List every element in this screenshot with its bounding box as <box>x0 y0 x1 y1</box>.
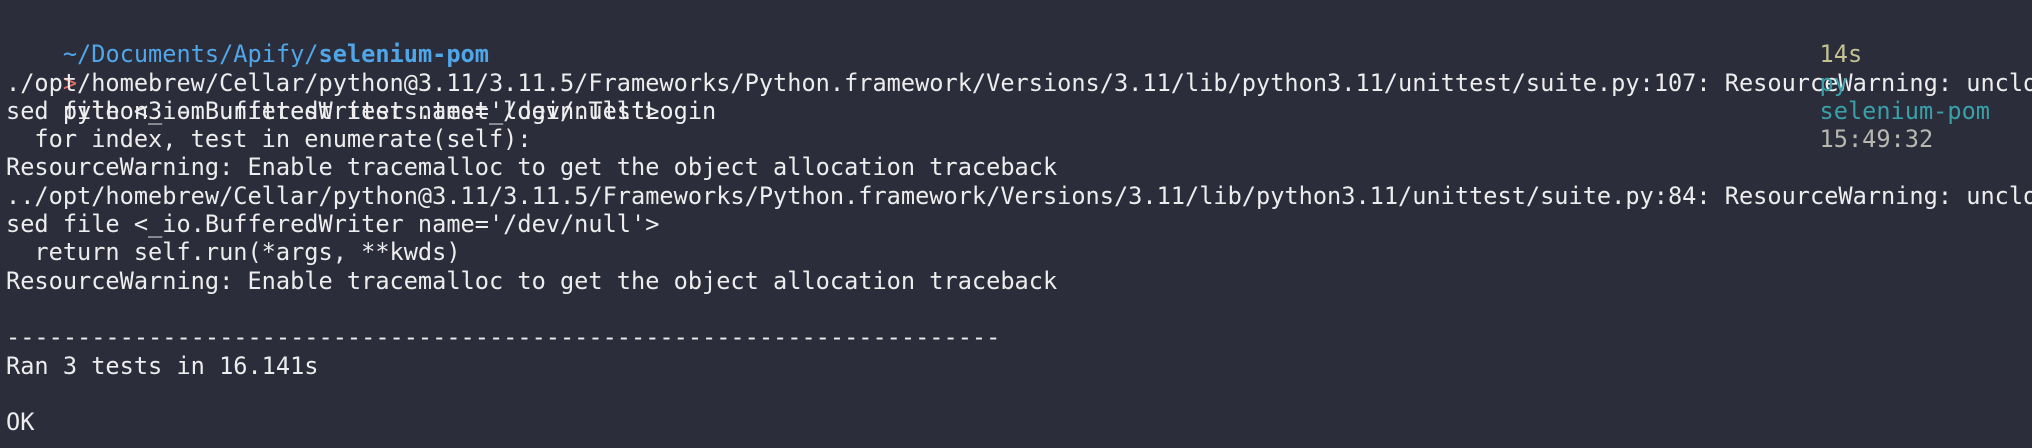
separator-line: ----------------------------------------… <box>6 323 1001 352</box>
current-directory: selenium-pom <box>318 40 489 69</box>
command-duration: 14s <box>1819 40 1863 69</box>
prompt-header: ~/Documents/Apify/selenium-pom 14s py se… <box>6 12 2026 153</box>
path-prefix: ~/Documents/Apify/ <box>62 40 319 69</box>
status-spacer <box>1848 69 1849 97</box>
output-line: for index, test in enumerate(self): <box>6 125 532 154</box>
output-line: return self.run(*args, **kwds) <box>6 238 461 267</box>
blank-output-line <box>6 380 2026 408</box>
status-spacer <box>1990 97 1991 125</box>
terminal-window[interactable]: ~/Documents/Apify/selenium-pom 14s py se… <box>0 0 2032 448</box>
output-line: ../opt/homebrew/Cellar/python@3.11/3.11.… <box>6 181 2032 210</box>
output-line: ResourceWarning: Enable tracemalloc to g… <box>6 266 1058 295</box>
output-line: ./opt/homebrew/Cellar/python@3.11/3.11.5… <box>6 68 2032 97</box>
prompt-time: 15:49:32 <box>1819 125 1934 154</box>
status-spacer <box>1862 40 1863 68</box>
test-summary: Ran 3 tests in 16.141s <box>6 351 319 380</box>
command-output: ./opt/homebrew/Cellar/python@3.11/3.11.5… <box>6 68 2032 437</box>
right-prompt-status: 14s py selenium-pom 15:49:32 <box>1734 12 1991 182</box>
blank-output-line <box>6 295 2026 323</box>
output-line: sed file <_io.BufferedWriter name='/dev/… <box>6 96 660 125</box>
test-status: OK <box>6 408 35 437</box>
python-label: py <box>1819 68 1848 97</box>
output-line: sed file <_io.BufferedWriter name='/dev/… <box>6 210 660 239</box>
virtualenv-name: selenium-pom <box>1819 96 1990 125</box>
output-line: ResourceWarning: Enable tracemalloc to g… <box>6 153 1058 182</box>
